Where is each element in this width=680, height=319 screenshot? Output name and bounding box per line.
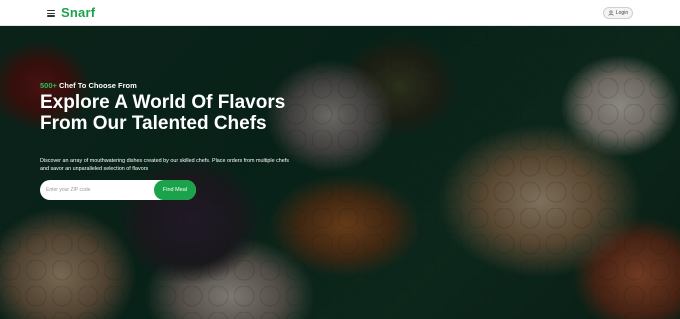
zip-code-input[interactable] [46,183,146,197]
headline-line-1: Explore A World Of Flavors [40,92,286,113]
login-button[interactable]: Login [603,7,633,19]
hero-description: Discover an array of mouthwatering dishe… [40,158,289,172]
brand-logo[interactable]: Snarf [61,5,95,20]
hero-tagline: 500+ Chef To Choose From [40,81,137,90]
hamburger-menu-icon[interactable] [47,10,55,17]
user-icon [608,10,614,16]
tagline-text: Chef To Choose From [59,81,137,90]
headline-line-2: From Our Talented Chefs [40,113,267,134]
find-meal-button[interactable]: Find Meal [154,180,196,200]
hero-headline: Explore A World Of Flavors From Our Tale… [40,92,360,134]
chef-count: 500+ [40,81,57,90]
login-label: Login [615,10,629,16]
navbar: Snarf Login [0,0,680,26]
hero-section: 500+ Chef To Choose From Explore A World… [0,26,680,319]
